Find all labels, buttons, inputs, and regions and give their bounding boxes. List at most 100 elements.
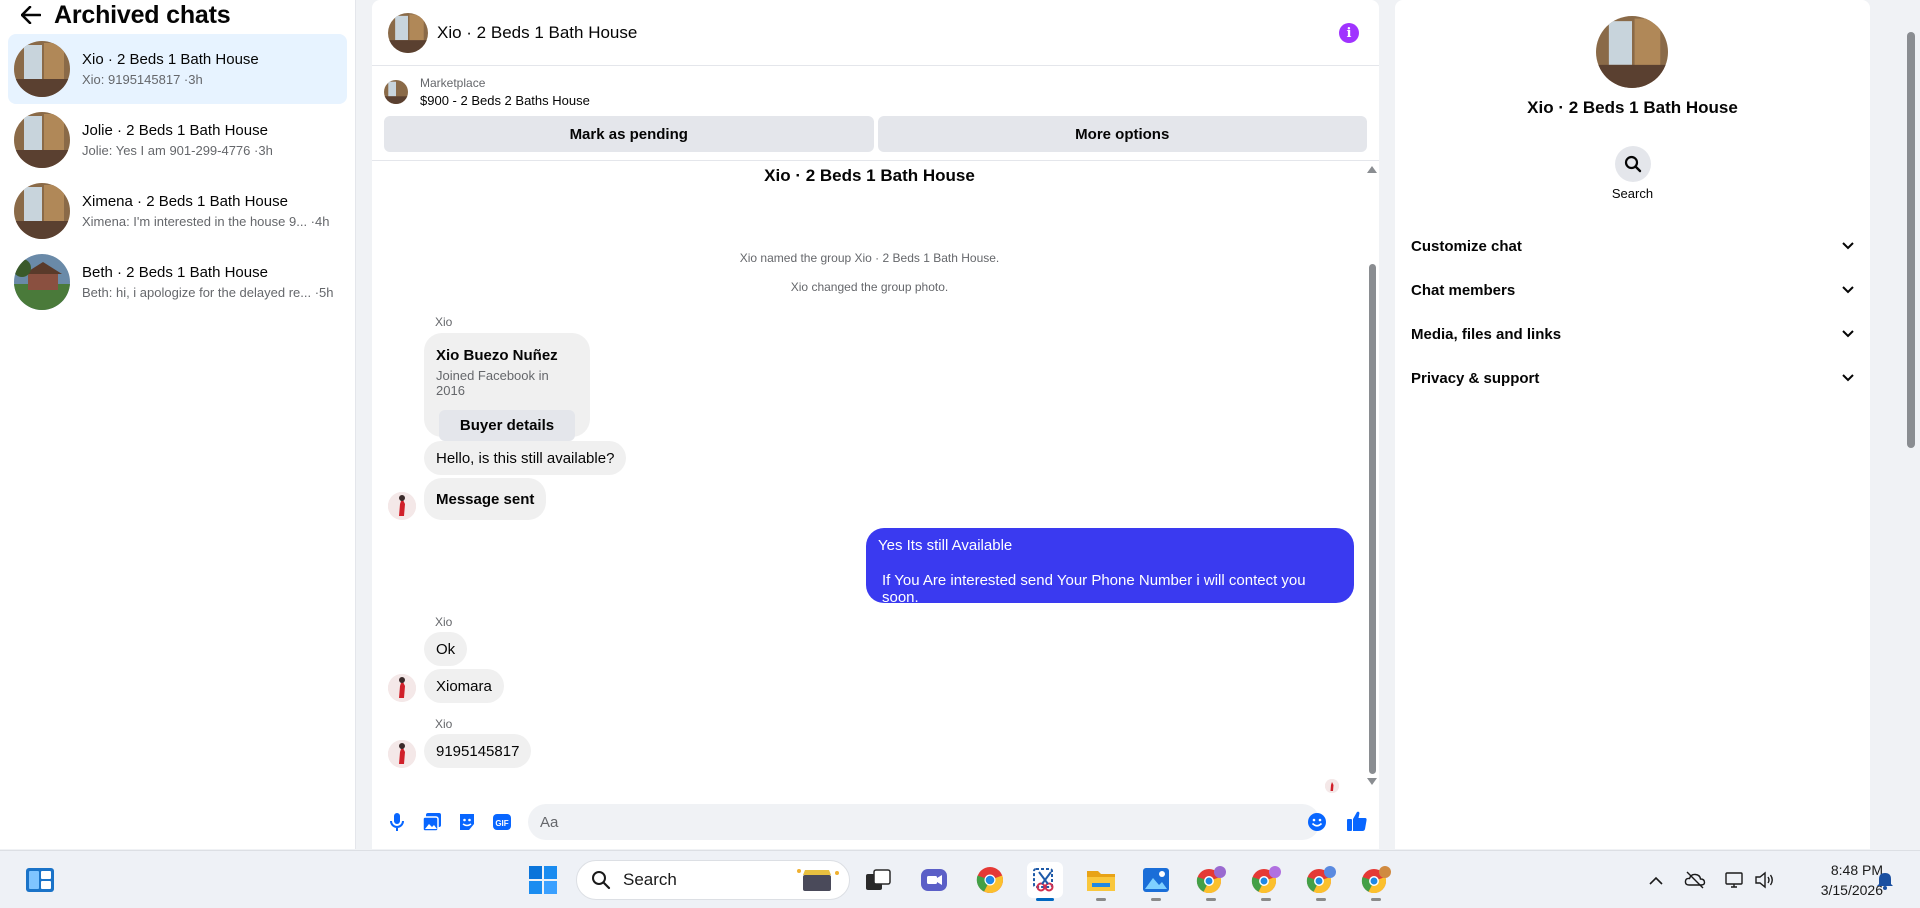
scrollbar-thumb[interactable] (1369, 264, 1376, 774)
buyer-details-button[interactable]: Buyer details (439, 410, 575, 441)
outgoing-line: If You Are interested send Your Phone Nu… (882, 572, 1306, 606)
volume-icon[interactable] (1752, 868, 1776, 892)
chrome-icon[interactable] (972, 862, 1008, 898)
file-explorer-icon[interactable] (1083, 862, 1119, 901)
outgoing-message: Yes Its still Available If You Are inter… (866, 528, 1354, 606)
message-scrollbar[interactable] (1365, 162, 1379, 788)
chat-name: Jolie · 2 Beds 1 Bath House (82, 122, 268, 139)
system-clock[interactable]: 8:48 PM 3/15/2026 (1783, 860, 1883, 900)
chat-name: Beth · 2 Beds 1 Bath House (82, 264, 268, 281)
conversation-pane: Xio · 2 Beds 1 Bath House i Marketplace … (372, 0, 1379, 849)
listing-thumbnail[interactable] (384, 80, 408, 104)
back-arrow-icon[interactable] (20, 4, 42, 26)
chat-item-beth[interactable]: Beth · 2 Beds 1 Bath House Beth: hi, i a… (8, 247, 347, 317)
chrome-profile-4-icon[interactable] (1358, 862, 1394, 901)
section-label: Media, files and links (1411, 325, 1562, 343)
search-label: Search (1611, 186, 1654, 201)
chrome-profile-3-icon[interactable] (1303, 862, 1339, 901)
mark-as-pending-button[interactable]: Mark as pending (384, 116, 874, 152)
buyer-name: Xio Buezo Nuñez (436, 347, 558, 364)
gif-icon[interactable]: GIF (491, 811, 513, 833)
avatar[interactable] (388, 12, 428, 53)
sidebar-title: Archived chats (54, 0, 231, 29)
archived-chats-sidebar: Archived chats Xio · 2 Beds 1 Bath House… (0, 0, 356, 849)
sticker-icon[interactable] (456, 811, 478, 833)
marketplace-bar: Marketplace $900 - 2 Beds 2 Baths House … (372, 66, 1379, 161)
search-icon[interactable] (1615, 146, 1651, 182)
chat-item-xio[interactable]: Xio · 2 Beds 1 Bath House Xio: 919514581… (8, 34, 347, 104)
message-composer: GIF Aa (372, 800, 1379, 844)
chevron-up-icon[interactable] (1644, 868, 1668, 892)
sender-label: Xio (435, 717, 453, 731)
scroll-up-arrow-icon[interactable] (1367, 166, 1377, 173)
message-bubble: Ok (424, 632, 468, 666)
taskbar-search[interactable]: Search (576, 860, 850, 900)
section-media-files-links[interactable]: Media, files and links (1403, 312, 1862, 356)
chrome-profile-1-icon[interactable] (1193, 862, 1229, 901)
message-bubble: Message sent (424, 478, 547, 520)
listing-title[interactable]: $900 - 2 Beds 2 Baths House (420, 93, 590, 108)
more-options-button[interactable]: More options (877, 116, 1367, 152)
clock-date: 3/15/2026 (1820, 882, 1883, 898)
emoji-icon[interactable] (1307, 812, 1327, 832)
message-list: Xio · 2 Beds 1 Bath House Xio named the … (372, 162, 1379, 793)
thumbs-up-icon[interactable] (1345, 809, 1371, 835)
onedrive-offline-icon[interactable] (1683, 868, 1707, 892)
buyer-card: Xio Buezo Nuñez Joined Facebook in 2016 … (424, 333, 590, 441)
photos-icon[interactable] (1138, 862, 1174, 901)
page-scrollbar[interactable] (1902, 0, 1920, 849)
system-message: Xio changed the group photo. (790, 280, 949, 294)
snipping-tool-icon[interactable] (1027, 862, 1063, 901)
running-indicator (1151, 898, 1161, 901)
sender-label: Xio (435, 315, 453, 329)
running-indicator (1371, 898, 1381, 901)
running-indicator (1316, 898, 1326, 901)
chat-preview: Ximena: I'm interested in the house 9...… (82, 214, 330, 229)
avatar (14, 112, 70, 168)
avatar (388, 492, 416, 520)
notification-bell-icon[interactable] (1873, 868, 1897, 892)
conversation-title: Xio · 2 Beds 1 Bath House (764, 166, 975, 185)
scroll-down-arrow-icon[interactable] (1367, 778, 1377, 785)
chat-item-ximena[interactable]: Ximena · 2 Beds 1 Bath House Ximena: I'm… (8, 176, 347, 246)
avatar[interactable] (1596, 16, 1668, 88)
system-message: Xio named the group Xio · 2 Beds 1 Bath … (739, 251, 1000, 265)
avatar (14, 41, 70, 97)
svg-text:GIF: GIF (495, 819, 508, 828)
sidebar-header: Archived chats (0, 0, 355, 30)
info-icon[interactable]: i (1339, 23, 1359, 43)
teams-meet-icon[interactable] (916, 862, 952, 898)
avatar (14, 183, 70, 239)
microphone-icon[interactable] (386, 811, 408, 833)
windows-start-icon[interactable] (528, 865, 558, 895)
marketplace-label: Marketplace (420, 76, 486, 90)
chevron-down-icon (1842, 286, 1854, 294)
scrollbar-thumb[interactable] (1907, 32, 1915, 448)
section-customize-chat[interactable]: Customize chat (1403, 224, 1862, 268)
chat-item-jolie[interactable]: Jolie · 2 Beds 1 Bath House Jolie: Yes I… (8, 105, 347, 175)
chevron-down-icon (1842, 374, 1854, 382)
buyer-joined: Joined Facebook in 2016 (436, 368, 549, 398)
chat-preview: Xio: 9195145817 ·3h (82, 72, 203, 87)
section-privacy-support[interactable]: Privacy & support (1403, 356, 1862, 400)
message-input[interactable]: Aa (528, 804, 1320, 840)
widgets-icon[interactable] (24, 866, 56, 894)
running-indicator (1261, 898, 1271, 901)
network-icon[interactable] (1722, 868, 1746, 892)
chat-details-pane: Xio · 2 Beds 1 Bath House Search Customi… (1395, 0, 1870, 849)
chrome-profile-2-icon[interactable] (1248, 862, 1284, 901)
avatar (14, 254, 70, 310)
running-indicator (1096, 898, 1106, 901)
section-chat-members[interactable]: Chat members (1403, 268, 1862, 312)
running-indicator (1206, 898, 1216, 901)
photo-icon[interactable] (421, 811, 443, 833)
section-label: Customize chat (1411, 237, 1522, 255)
search-highlight-icon (797, 869, 839, 891)
chat-preview: Beth: hi, i apologize for the delayed re… (82, 285, 334, 300)
chat-preview: Jolie: Yes I am 901-299-4776 ·3h (82, 143, 273, 158)
chat-list: Xio · 2 Beds 1 Bath House Xio: 919514581… (0, 34, 355, 317)
task-view-icon[interactable] (860, 862, 896, 898)
section-label: Privacy & support (1411, 369, 1540, 387)
chat-header-name[interactable]: Xio · 2 Beds 1 Bath House (437, 23, 637, 43)
chat-name: Xio · 2 Beds 1 Bath House (82, 51, 259, 68)
